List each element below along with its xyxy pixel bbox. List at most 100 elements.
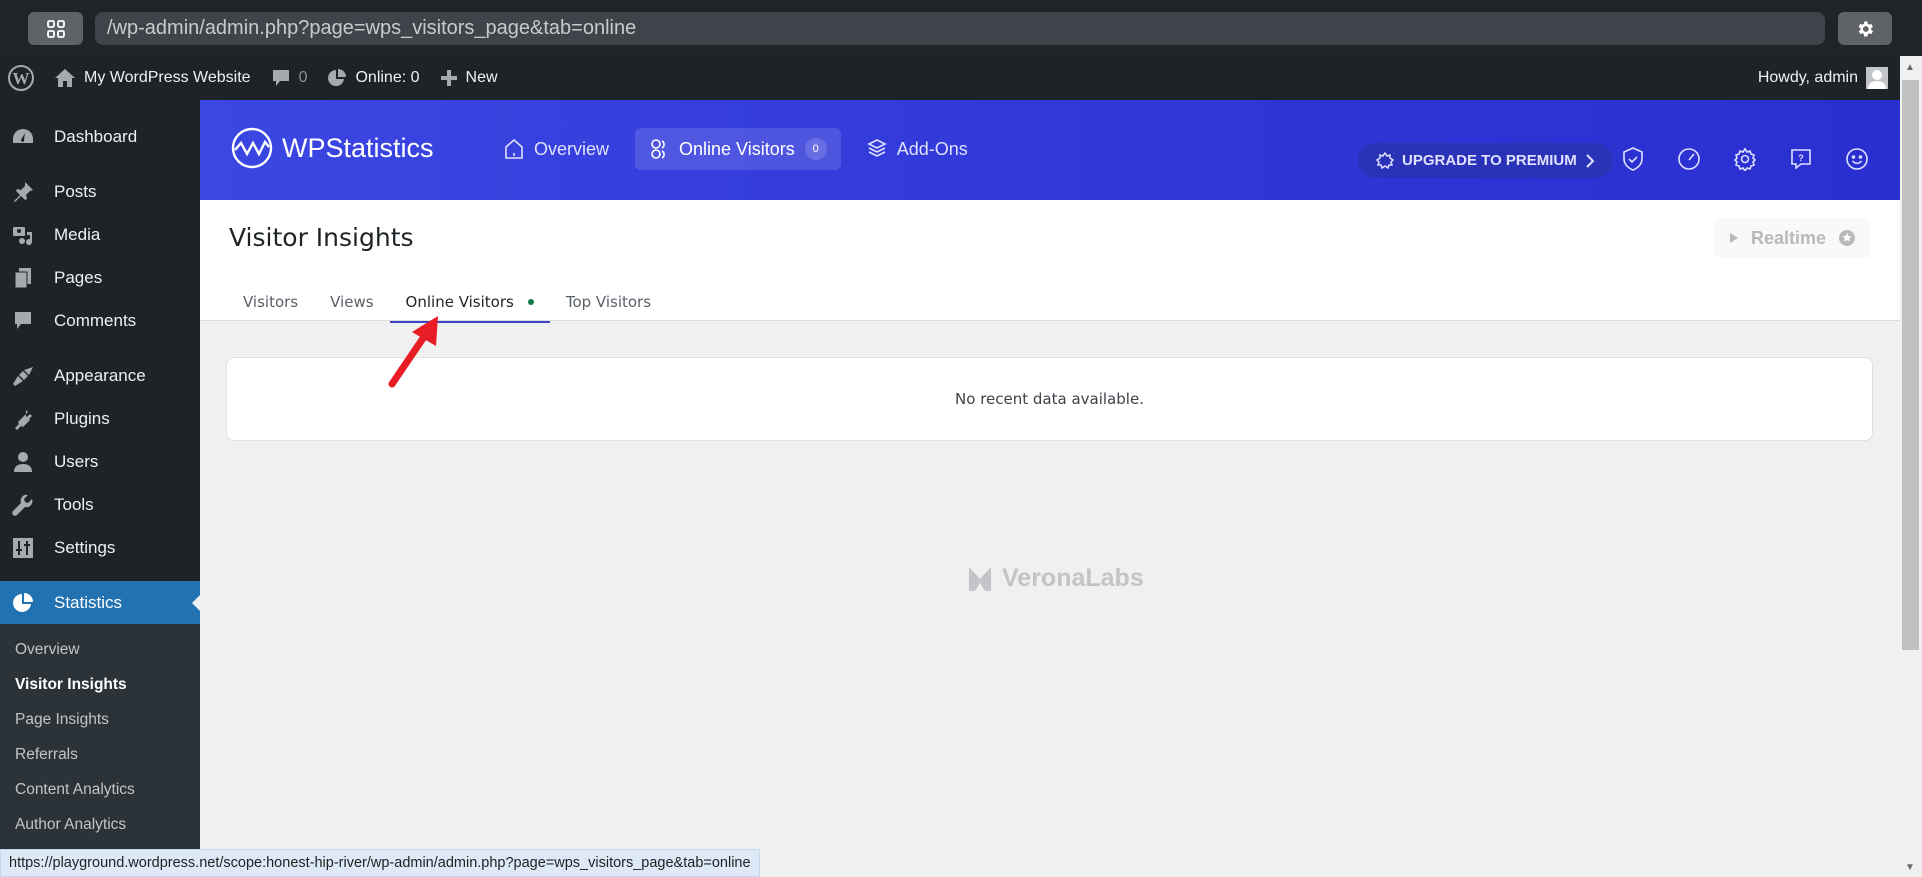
premium-star-icon — [1839, 230, 1855, 246]
tab-label: Views — [330, 293, 374, 311]
settings-sliders-icon — [10, 535, 36, 561]
gear-icon — [1733, 147, 1757, 171]
sidebar-item-plugins[interactable]: Plugins — [0, 397, 200, 440]
realtime-button[interactable]: Realtime — [1714, 218, 1870, 258]
users-icon — [651, 139, 665, 159]
comments-count: 0 — [298, 69, 308, 86]
new-content-link[interactable]: New — [440, 69, 498, 87]
tab-visitors[interactable]: Visitors — [227, 283, 314, 321]
gauge-icon — [1678, 148, 1700, 170]
scroll-down-arrow-icon[interactable]: ▼ — [1905, 862, 1915, 873]
apps-button[interactable] — [28, 12, 83, 45]
sidebar-item-posts[interactable]: Posts — [0, 170, 200, 213]
grid-icon — [46, 19, 65, 38]
help-button[interactable]: ? — [1788, 146, 1814, 172]
browser-toolbar: /wp-admin/admin.php?page=wps_visitors_pa… — [0, 0, 1922, 56]
comments-link[interactable]: 0 — [271, 68, 308, 88]
svg-text:?: ? — [1798, 153, 1804, 163]
sidebar-item-label: Comments — [54, 310, 137, 330]
sidebar-item-comments[interactable]: Comments — [0, 299, 200, 342]
wrench-icon — [10, 492, 36, 518]
link-status-bar: https://playground.wordpress.net/scope:h… — [0, 849, 760, 877]
sidebar-item-label: Statistics — [54, 592, 123, 612]
upgrade-to-premium-button[interactable]: UPGRADE TO PREMIUM — [1358, 143, 1613, 178]
wordpress-logo-icon: W — [8, 65, 34, 91]
pie-chart-icon — [328, 69, 347, 86]
empty-state-message: No recent data available. — [955, 390, 1144, 408]
wp-statistics-header: WPStatistics Overview Online Visitors 0 … — [200, 100, 1900, 200]
home-icon — [55, 69, 75, 87]
sidebar-item-users[interactable]: Users — [0, 440, 200, 483]
sidebar-item-label: Posts — [54, 181, 97, 201]
tab-label: Online Visitors — [405, 293, 514, 311]
badge-star-icon — [1376, 151, 1394, 169]
online-visitors-count-badge: 0 — [804, 138, 827, 160]
sidebar-item-label: Pages — [54, 267, 103, 287]
header-icon-group: ? — [1620, 146, 1870, 172]
nav-overview[interactable]: Overview — [490, 128, 623, 170]
sidebar-item-tools[interactable]: Tools — [0, 483, 200, 526]
tab-label: Visitors — [243, 293, 299, 311]
smiley-icon — [1846, 148, 1868, 170]
sidebar-item-label: Dashboard — [54, 126, 138, 146]
veronalabs-brand[interactable]: VeronaLabs — [966, 564, 1144, 593]
sidebar-item-label: Appearance — [54, 365, 146, 385]
wps-nav: Overview Online Visitors 0 Add-Ons — [490, 128, 982, 170]
tab-views[interactable]: Views — [314, 283, 389, 321]
sidebar-item-label: Users — [54, 451, 99, 471]
address-bar[interactable]: /wp-admin/admin.php?page=wps_visitors_pa… — [95, 12, 1825, 45]
comment-icon — [10, 308, 36, 334]
sidebar-item-dashboard[interactable]: Dashboard — [0, 115, 200, 158]
brush-icon — [10, 363, 36, 389]
pie-chart-icon — [10, 590, 36, 616]
privacy-audit-button[interactable] — [1620, 146, 1646, 172]
scroll-thumb[interactable] — [1902, 80, 1919, 650]
nav-add-ons[interactable]: Add-Ons — [853, 128, 982, 170]
site-name: My WordPress Website — [84, 69, 251, 86]
user-avatar-icon — [1868, 70, 1886, 89]
submenu-content-analytics[interactable]: Content Analytics — [0, 772, 200, 807]
browser-settings-button[interactable] — [1838, 12, 1892, 45]
realtime-label: Realtime — [1750, 227, 1826, 248]
tab-top-visitors[interactable]: Top Visitors — [550, 283, 667, 321]
gear-icon — [1858, 21, 1873, 36]
wp-logo-menu[interactable]: W — [8, 65, 34, 91]
statistics-submenu: Overview Visitor Insights Page Insights … — [0, 624, 200, 850]
my-account-menu[interactable]: Howdy, admin — [1758, 56, 1888, 100]
submenu-overview[interactable]: Overview — [0, 632, 200, 667]
nav-online-visitors[interactable]: Online Visitors 0 — [635, 128, 841, 170]
wp-statistics-logo-icon — [231, 127, 273, 169]
sidebar-item-media[interactable]: Media — [0, 213, 200, 256]
feedback-button[interactable] — [1844, 146, 1870, 172]
plus-icon — [440, 70, 457, 86]
sidebar-item-appearance[interactable]: Appearance — [0, 354, 200, 397]
wp-admin-bar: W My WordPress Website 0 Online: 0 New H… — [0, 56, 1900, 100]
online-link[interactable]: Online: 0 — [327, 68, 420, 88]
submenu-author-analytics[interactable]: Author Analytics — [0, 807, 200, 842]
nav-label: Online Visitors — [679, 138, 795, 159]
submenu-referrals[interactable]: Referrals — [0, 737, 200, 772]
nav-label: Overview — [534, 138, 610, 159]
site-name-link[interactable]: My WordPress Website — [54, 68, 251, 88]
dashboard-icon — [10, 124, 36, 150]
play-icon — [1729, 233, 1738, 243]
submenu-visitor-insights[interactable]: Visitor Insights — [0, 667, 200, 702]
comment-icon — [272, 70, 289, 86]
scroll-up-arrow-icon[interactable]: ▲ — [1905, 62, 1915, 73]
tab-label: Top Visitors — [565, 293, 652, 311]
avatar — [1866, 67, 1888, 89]
optimization-button[interactable] — [1676, 146, 1702, 172]
sidebar-item-settings[interactable]: Settings — [0, 526, 200, 569]
online-count: Online: 0 — [355, 69, 420, 86]
screen: /wp-admin/admin.php?page=wps_visitors_pa… — [0, 0, 1922, 877]
sidebar-item-pages[interactable]: Pages — [0, 256, 200, 299]
sidebar-item-statistics[interactable]: Statistics — [0, 581, 200, 624]
pages-icon — [10, 265, 36, 291]
home-outline-icon — [505, 138, 523, 159]
admin-sidebar: Dashboard Posts Media Pages Comments App… — [0, 100, 200, 877]
submenu-page-insights[interactable]: Page Insights — [0, 702, 200, 737]
settings-button[interactable] — [1732, 146, 1758, 172]
wp-statistics-logo[interactable]: WPStatistics — [230, 126, 434, 170]
page-scrollbar[interactable]: ▲ ▼ — [1900, 56, 1922, 877]
help-chat-icon: ? — [1791, 149, 1811, 170]
